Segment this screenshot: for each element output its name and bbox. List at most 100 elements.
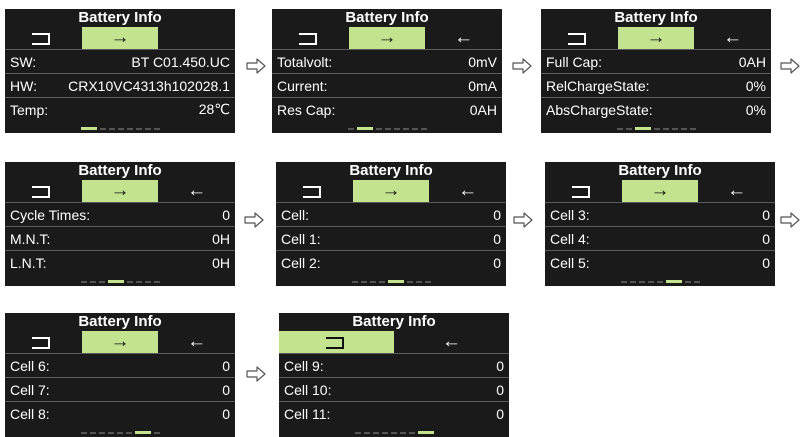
page-dot (689, 128, 696, 130)
info-label: Cell 6: (10, 357, 50, 374)
battery-info-screen-1: Battery Info → SW: BT C01.450.UC HW: CRX10VC4… (5, 9, 235, 133)
info-label: Cell 4: (550, 230, 590, 247)
page-dot (116, 432, 123, 434)
page-dot (384, 128, 391, 130)
return-icon (303, 186, 322, 198)
page-dot (393, 128, 400, 130)
info-row: Current: 0mA (272, 73, 502, 97)
arrow-right-icon: → (110, 27, 130, 48)
page-indicator (545, 280, 775, 284)
return-icon (568, 33, 587, 45)
page-dot (80, 432, 87, 434)
nav-previous-button[interactable]: ← (394, 331, 509, 353)
info-row: M.N.T: 0H (5, 226, 235, 250)
info-label: Cell 1: (281, 230, 321, 247)
info-row: Totalvolt: 0mV (272, 49, 502, 73)
arrow-left-icon: ← (727, 180, 747, 201)
nav-previous-button[interactable]: ← (698, 180, 775, 202)
nav-forward-button[interactable]: → (348, 27, 426, 49)
nav-previous-button[interactable]: ← (425, 27, 502, 49)
info-row: Cycle Times: 0 (5, 202, 235, 226)
arrow-right-icon: → (381, 180, 401, 201)
return-icon (325, 337, 344, 349)
info-value: 0 (493, 254, 501, 271)
hollow-arrow-right-icon (246, 366, 266, 382)
nav-forward-button[interactable]: → (621, 180, 699, 202)
info-label: Full Cap: (546, 53, 603, 70)
nav-back-button[interactable] (272, 27, 349, 49)
arrow-left-icon: ← (187, 180, 207, 201)
info-value: 0 (222, 206, 230, 223)
nav-back-button[interactable] (5, 27, 82, 49)
page-dot-active (665, 280, 682, 283)
page-dot (89, 281, 96, 283)
hollow-arrow-right-icon (244, 212, 264, 228)
info-row: SW: BT C01.450.UC (5, 49, 235, 73)
info-row: Temp: 28℃ (5, 97, 235, 121)
arrow-left-icon: ← (187, 331, 207, 352)
battery-info-screen-4: Battery Info → ← Cycle Times: 0 M.N.T: 0H L.N.T… (5, 162, 235, 286)
info-value: 0% (745, 77, 766, 94)
info-value: 0 (762, 230, 770, 247)
nav-forward-button[interactable]: → (81, 27, 159, 49)
info-row: Cell 3: 0 (545, 202, 775, 226)
page-dot (347, 128, 354, 130)
info-label: Cell 3: (550, 206, 590, 223)
nav-back-button[interactable] (541, 27, 618, 49)
info-value: 0 (222, 357, 230, 374)
page-dot (629, 281, 636, 283)
info-value: 28℃ (198, 101, 230, 117)
battery-info-screen-3: Battery Info → ← Full Cap: 0AH RelChargeState… (541, 9, 771, 133)
info-value: 0mA (468, 77, 497, 94)
nav-back-button[interactable] (276, 180, 353, 202)
info-row: RelChargeState: 0% (541, 73, 771, 97)
info-value: 0 (496, 357, 504, 374)
nav-previous-button[interactable]: ← (694, 27, 771, 49)
page-dot (653, 128, 660, 130)
page-dot (107, 432, 114, 434)
page-dot-active (107, 280, 124, 283)
info-value: BT C01.450.UC (131, 53, 230, 70)
info-value: 0 (222, 381, 230, 398)
battery-info-screen-7: Battery Info → ← Cell 6: 0 Cell 7: 0 Cell 8: 0 (5, 313, 235, 437)
nav-forward-button[interactable]: → (81, 180, 159, 202)
info-value: 0 (762, 254, 770, 271)
nav-previous-button[interactable]: ← (158, 331, 235, 353)
info-value: 0 (762, 206, 770, 223)
info-row: Cell 11: 0 (279, 401, 509, 425)
return-icon (299, 33, 318, 45)
page-dot (135, 128, 142, 130)
nav-forward-button[interactable]: → (81, 331, 159, 353)
nav-back-button[interactable] (5, 180, 82, 202)
page-dot (135, 281, 142, 283)
page-dot (153, 128, 160, 130)
nav-back-button[interactable] (279, 331, 394, 353)
page-dot (656, 281, 663, 283)
arrow-right-icon: → (377, 27, 397, 48)
nav-bar: ← (279, 331, 509, 353)
page-dot (99, 128, 106, 130)
arrow-right-icon: → (110, 331, 130, 352)
arrow-left-icon: ← (454, 27, 474, 48)
info-label: Cell: (281, 206, 310, 223)
nav-forward-button[interactable]: → (617, 27, 695, 49)
info-row: Res Cap: 0AH (272, 97, 502, 121)
info-label: AbsChargeState: (546, 101, 653, 118)
nav-forward-button[interactable]: → (352, 180, 430, 202)
page-indicator (5, 127, 235, 131)
battery-info-screen-6: Battery Info → ← Cell 3: 0 Cell 4: 0 Cell 5: 0 (545, 162, 775, 286)
page-dot (638, 281, 645, 283)
nav-previous-button[interactable]: ← (429, 180, 506, 202)
page-dot (420, 128, 427, 130)
nav-back-button[interactable] (545, 180, 622, 202)
nav-bar: → ← (5, 180, 235, 202)
page-indicator (5, 280, 235, 284)
nav-back-button[interactable] (5, 331, 82, 353)
hollow-arrow-right-icon (780, 212, 800, 228)
page-dot (662, 128, 669, 130)
info-value: 0H (212, 254, 230, 271)
nav-previous-button[interactable]: ← (158, 180, 235, 202)
page-dot (616, 128, 623, 130)
screen-title: Battery Info (78, 313, 162, 330)
info-label: RelChargeState: (546, 77, 650, 94)
